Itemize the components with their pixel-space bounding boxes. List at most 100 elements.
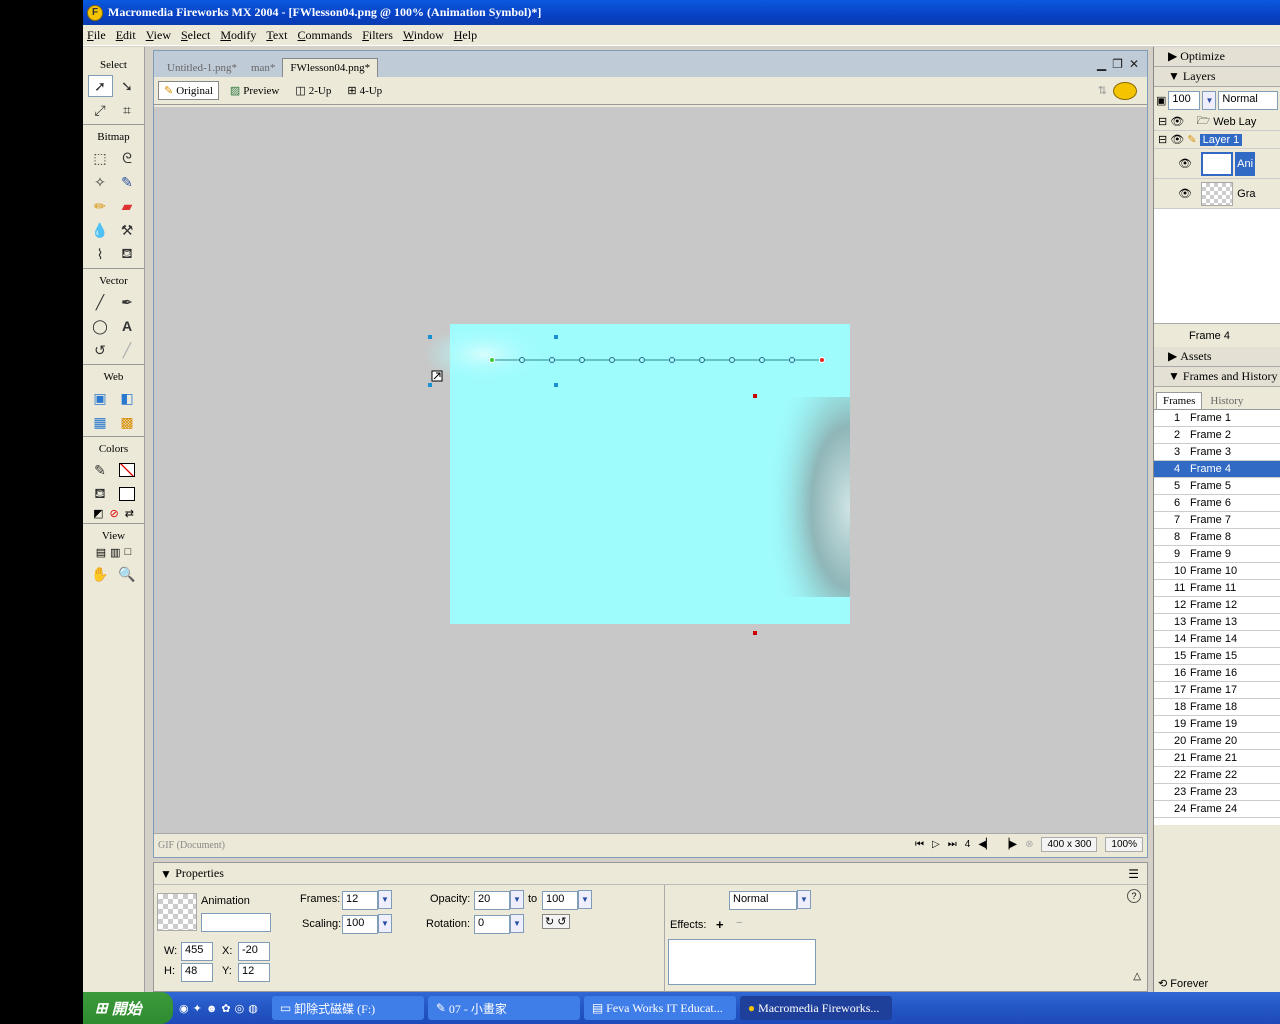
layer-opacity-input[interactable]: 100	[1168, 90, 1201, 110]
rotate-clockwise-icon[interactable]: ↻	[545, 916, 554, 928]
assets-panel-header[interactable]: ▶ Assets	[1154, 347, 1280, 367]
symbol-name-field[interactable]	[201, 913, 271, 932]
help-icon[interactable]: ?	[1127, 889, 1141, 903]
layer-opacity-dropdown-icon[interactable]: ▼	[1202, 90, 1217, 110]
standard-screen-icon[interactable]: ▤	[96, 546, 106, 559]
frame-row[interactable]: 15 Frame 15	[1154, 648, 1280, 665]
frame-row[interactable]: 1 Frame 1	[1154, 410, 1280, 427]
crop-tool-icon[interactable]: ⌗	[115, 99, 140, 121]
optimize-panel-header[interactable]: ▶ Optimize	[1154, 47, 1280, 67]
opacity-from-control[interactable]: 20 ▼	[474, 890, 524, 910]
frame-row[interactable]: 11 Frame 11	[1154, 580, 1280, 597]
frame-row[interactable]: 12 Frame 12	[1154, 597, 1280, 614]
height-input[interactable]: 48	[181, 963, 213, 982]
show-slices-icon[interactable]: ▩	[115, 411, 140, 433]
frame-row[interactable]: 21 Frame 21	[1154, 750, 1280, 767]
handle-bottom[interactable]	[554, 383, 558, 387]
taskbar-item-feva-works[interactable]: ▤ Feva Works IT Educat...	[583, 996, 736, 1020]
ellipse-tool-icon[interactable]: ◯	[88, 315, 113, 337]
quick-launch-icons[interactable]: ◉✦☻✿◎◍	[179, 1002, 262, 1015]
eye-icon[interactable]: 👁	[1178, 157, 1192, 170]
magic-wand-tool-icon[interactable]: ✧	[88, 171, 113, 193]
opacity-to-input[interactable]: 100	[542, 891, 578, 910]
rotation-input[interactable]: 0	[474, 915, 510, 934]
canvas-workspace[interactable]	[154, 107, 1147, 833]
menu-select[interactable]: Select	[181, 28, 210, 43]
zoom-level[interactable]: 100%	[1105, 837, 1143, 852]
first-frame-icon[interactable]: ⏮	[915, 839, 924, 850]
preview-view-button[interactable]: ▨ Preview	[225, 82, 284, 99]
frames-dropdown-icon[interactable]: ▼	[378, 890, 392, 909]
tab-man[interactable]: man*	[244, 59, 282, 77]
pencil-tool-icon[interactable]: ✏	[88, 195, 113, 217]
frame-row[interactable]: 23 Frame 23	[1154, 784, 1280, 801]
previous-frame-icon[interactable]: ◀▏	[978, 839, 993, 850]
taskbar-item-removable-disk[interactable]: ▭ 卸除式磁碟 (F:)	[271, 996, 424, 1020]
four-up-view-button[interactable]: ⊞ 4-Up	[342, 82, 387, 99]
scaling-control[interactable]: 100 ▼	[342, 914, 392, 934]
frame-row[interactable]: 24 Frame 24	[1154, 801, 1280, 818]
layer-row-layer1[interactable]: ⊟ 👁 ✎ Layer 1	[1154, 131, 1280, 149]
menu-modify[interactable]: Modify	[220, 28, 256, 43]
width-input[interactable]: 455	[181, 942, 213, 961]
menu-view[interactable]: View	[146, 28, 171, 43]
menu-text[interactable]: Text	[266, 28, 287, 43]
frames-history-panel-header[interactable]: ▼ Frames and History	[1154, 367, 1280, 387]
handle-top[interactable]	[554, 335, 558, 339]
minimize-icon[interactable]: ▁	[1097, 57, 1106, 71]
options-menu-icon[interactable]: ☰	[1128, 867, 1139, 881]
symbol-link-icon[interactable]	[431, 370, 443, 382]
quick-export-icon[interactable]: ⇅	[1098, 84, 1107, 97]
layers-panel-header[interactable]: ▼ Layers	[1154, 67, 1280, 87]
rotation-control[interactable]: 0 ▼	[474, 914, 524, 934]
layer-blend-select[interactable]: Normal	[1218, 90, 1279, 110]
eye-icon[interactable]: 👁	[1170, 115, 1184, 128]
lasso-tool-icon[interactable]: ᘓ	[115, 147, 140, 169]
menu-commands[interactable]: Commands	[298, 28, 353, 43]
fireworks-jump-icon[interactable]	[1113, 82, 1137, 100]
pointer-tool-icon[interactable]: ➚	[87, 75, 113, 97]
hotspot-tool-icon[interactable]: ▣	[88, 387, 113, 409]
y-input[interactable]: 12	[238, 963, 270, 982]
subselection-tool-icon[interactable]: ➘	[115, 75, 140, 97]
marquee-tool-icon[interactable]: ⬚	[88, 147, 113, 169]
blur-tool-icon[interactable]: 💧	[88, 219, 113, 241]
layer-lock-icon[interactable]: ▣	[1156, 94, 1166, 107]
original-view-button[interactable]: ✎ Original	[158, 81, 219, 100]
frame-row[interactable]: 2 Frame 2	[1154, 427, 1280, 444]
eraser-tool-icon[interactable]: ▰	[115, 195, 140, 217]
opacity-to-dropdown-icon[interactable]: ▼	[578, 890, 592, 909]
frame-row[interactable]: 3 Frame 3	[1154, 444, 1280, 461]
eye-icon[interactable]: 👁	[1178, 187, 1192, 200]
frame-row[interactable]: 17 Frame 17	[1154, 682, 1280, 699]
layer-row-web[interactable]: ⊟ 👁 🗁 Web Lay	[1154, 113, 1280, 131]
frame-row[interactable]: 14 Frame 14	[1154, 631, 1280, 648]
frame-row[interactable]: 10 Frame 10	[1154, 563, 1280, 580]
stop-icon[interactable]: ⊗	[1025, 839, 1033, 850]
frame-row[interactable]: 18 Frame 18	[1154, 699, 1280, 716]
eye-icon[interactable]: 👁	[1170, 133, 1184, 146]
frame-row[interactable]: 6 Frame 6	[1154, 495, 1280, 512]
stroke-swatch[interactable]	[115, 459, 140, 481]
tab-fwlesson04[interactable]: FWlesson04.png*	[282, 58, 379, 77]
tab-frames[interactable]: Frames	[1156, 392, 1203, 409]
opacity-to-control[interactable]: 100 ▼	[542, 890, 592, 910]
loop-control[interactable]: ⟲ Forever	[1158, 977, 1208, 990]
rotate-counterclockwise-icon[interactable]: ↺	[557, 916, 566, 928]
blend-dropdown-icon[interactable]: ▼	[797, 890, 811, 909]
frame-row[interactable]: 13 Frame 13	[1154, 614, 1280, 631]
collapse-box-icon[interactable]: ⊟	[1158, 115, 1170, 128]
frame-row[interactable]: 16 Frame 16	[1154, 665, 1280, 682]
object-row-animation[interactable]: 👁 Ani	[1154, 149, 1280, 179]
frames-control[interactable]: 12 ▼	[342, 890, 392, 910]
remove-effect-icon[interactable]: −	[736, 917, 742, 929]
stroke-color-icon[interactable]: ✎	[88, 459, 113, 481]
two-up-view-button[interactable]: ◫ 2-Up	[290, 82, 336, 99]
frame-row[interactable]: 5 Frame 5	[1154, 478, 1280, 495]
menu-window[interactable]: Window	[403, 28, 444, 43]
frame-row[interactable]: 9 Frame 9	[1154, 546, 1280, 563]
freeform-tool-icon[interactable]: ↺	[88, 339, 113, 361]
restore-icon[interactable]: ❐	[1112, 57, 1123, 71]
last-frame-icon[interactable]: ⏭	[948, 839, 957, 850]
brush-tool-icon[interactable]: ✎	[115, 171, 140, 193]
